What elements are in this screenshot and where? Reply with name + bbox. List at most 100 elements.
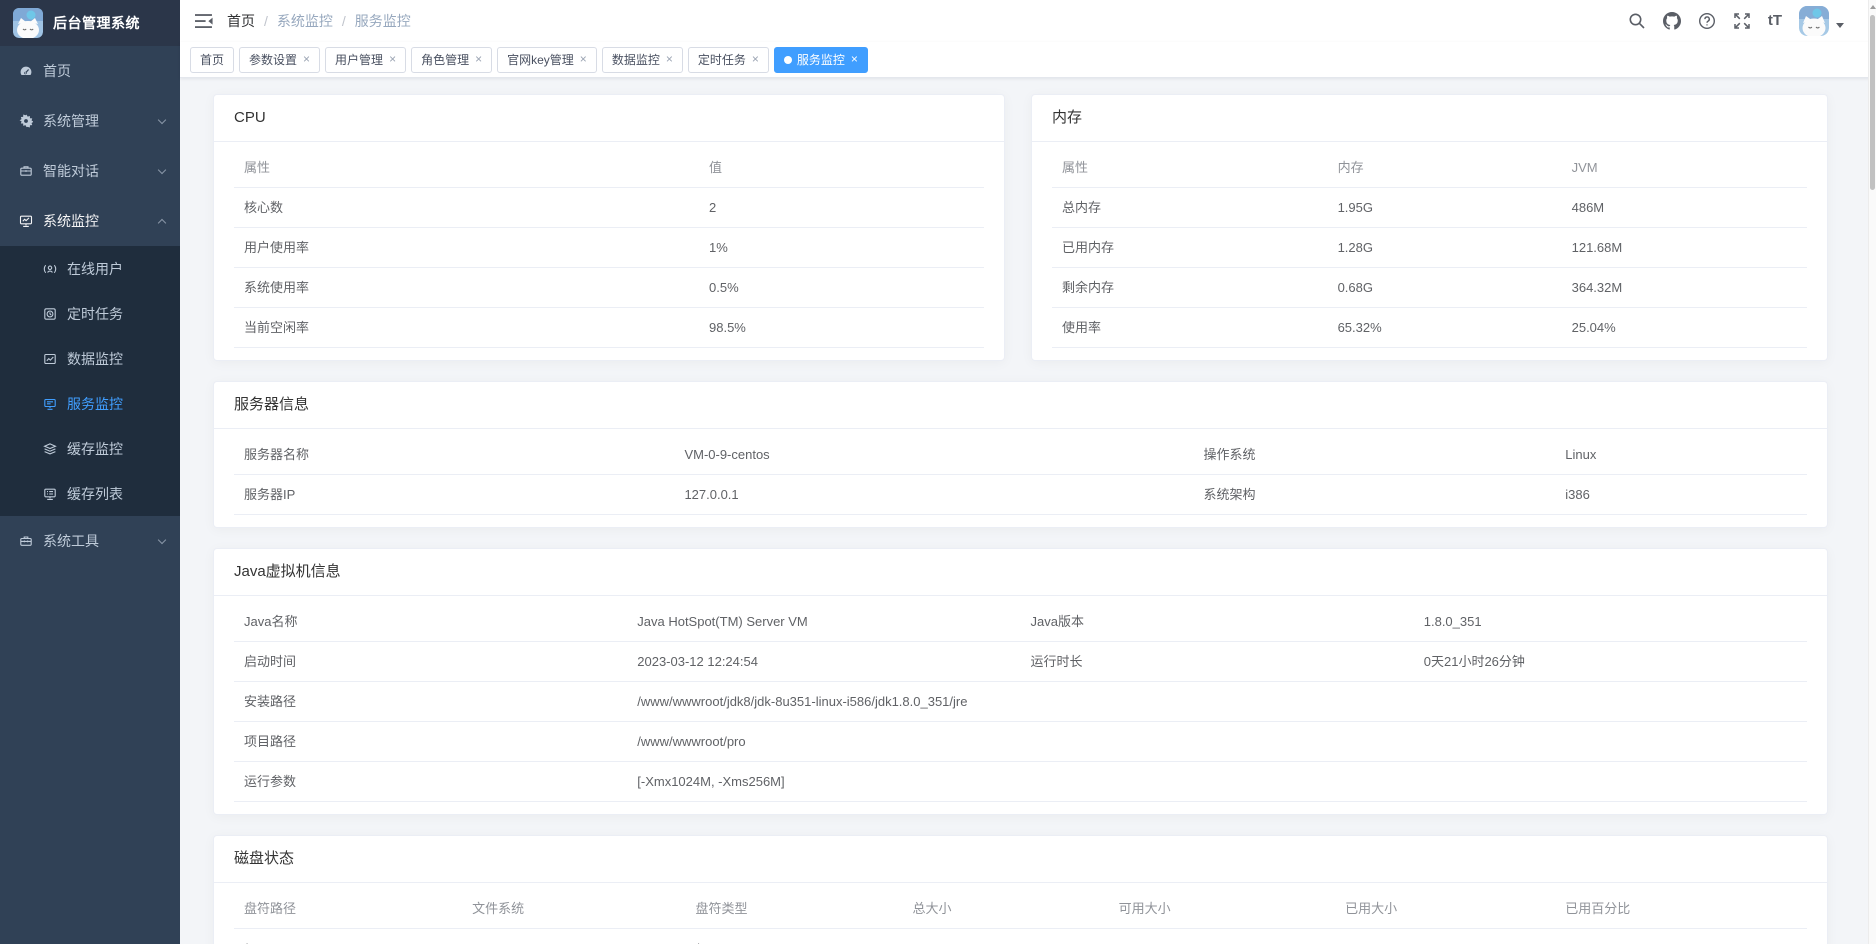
tab-close-icon[interactable]: × xyxy=(303,53,310,66)
tab-close-icon[interactable]: × xyxy=(666,53,673,66)
tab-close-icon[interactable]: × xyxy=(580,53,587,66)
disk-status-card: 磁盘状态 盘符路径 文件系统 盘符类型 总大小 xyxy=(213,835,1828,944)
layers-icon xyxy=(43,442,57,456)
system-monitor-submenu: 在线用户 定时任务 数据监控 xyxy=(0,246,180,516)
table-row: 安装路径 /www/wwwroot/jdk8/jdk-8u351-linux-i… xyxy=(234,682,1807,722)
chevron-down-icon xyxy=(158,535,166,543)
sidebar-item-label: 系统监控 xyxy=(43,211,99,231)
sidebar-item-system-management[interactable]: 系统管理 xyxy=(0,96,180,146)
logo[interactable]: 后台管理系统 xyxy=(0,0,180,46)
sidebar-item-cache-list[interactable]: 缓存列表 xyxy=(0,471,180,516)
github-icon[interactable] xyxy=(1663,12,1681,30)
sidebar-item-service-monitor[interactable]: 服务监控 xyxy=(0,381,180,426)
avatar[interactable] xyxy=(1799,6,1829,36)
sidebar-item-system-monitor[interactable]: 系统监控 xyxy=(0,196,180,246)
sidebar-item-home[interactable]: 首页 xyxy=(0,46,180,96)
tab-parameter-settings[interactable]: 参数设置 × xyxy=(239,47,320,73)
jvm-info-card: Java虚拟机信息 Java名称 Java HotSpot(TM) Server… xyxy=(213,548,1828,815)
breadcrumb-current: 服务监控 xyxy=(355,11,411,31)
sidebar-item-label: 定时任务 xyxy=(67,304,123,324)
sidebar-item-smart-chat[interactable]: 智能对话 xyxy=(0,146,180,196)
tab-website-key-management[interactable]: 官网key管理 × xyxy=(497,47,597,73)
card-title: 磁盘状态 xyxy=(214,836,1827,883)
server-monitor-icon xyxy=(43,397,57,411)
tab-close-icon[interactable]: × xyxy=(851,53,858,66)
column-header: 盘符路径 xyxy=(234,889,462,929)
tab-home[interactable]: 首页 xyxy=(190,47,234,73)
job-clock-icon xyxy=(43,307,57,321)
data-chart-icon xyxy=(43,352,57,366)
sidebar-item-scheduled-tasks[interactable]: 定时任务 xyxy=(0,291,180,336)
table-row: 当前空闲率 98.5% xyxy=(234,308,984,348)
column-header: 已用大小 xyxy=(1335,889,1555,929)
tab-scheduled-tasks[interactable]: 定时任务 × xyxy=(688,47,769,73)
table-row: 已用内存 1.28G 121.68M xyxy=(1052,228,1807,268)
sidebar-item-label: 数据监控 xyxy=(67,349,123,369)
column-header: 内存 xyxy=(1328,148,1562,188)
font-size-icon[interactable]: tT xyxy=(1768,12,1782,30)
app-root: 后台管理系统 首页 系统管理 xyxy=(0,0,1876,944)
app-title: 后台管理系统 xyxy=(53,13,140,33)
sidebar-item-data-monitor[interactable]: 数据监控 xyxy=(0,336,180,381)
table-row: 总内存 1.95G 486M xyxy=(1052,188,1807,228)
scrollbar-thumb[interactable] xyxy=(1870,15,1875,190)
table-row: 服务器IP 127.0.0.1 系统架构 i386 xyxy=(234,475,1807,515)
table-row: 系统使用率 0.5% xyxy=(234,268,984,308)
help-question-icon[interactable] xyxy=(1698,12,1716,30)
sidebar-item-system-tools[interactable]: 系统工具 xyxy=(0,516,180,566)
table-row: 项目路径 /www/wwwroot/pro xyxy=(234,722,1807,762)
table-row: 剩余内存 0.68G 364.32M xyxy=(1052,268,1807,308)
server-info-table: 服务器名称 VM-0-9-centos 操作系统 Linux 服务器IP 127… xyxy=(234,435,1807,515)
table-row: Java名称 Java HotSpot(TM) Server VM Java版本… xyxy=(234,602,1807,642)
column-header: 可用大小 xyxy=(1109,889,1336,929)
sidebar-menu: 首页 系统管理 智能对话 xyxy=(0,46,180,944)
page-scrollbar[interactable] xyxy=(1868,0,1876,944)
search-icon[interactable] xyxy=(1628,12,1646,30)
sidebar-item-online-users[interactable]: 在线用户 xyxy=(0,246,180,291)
breadcrumb-home[interactable]: 首页 xyxy=(227,11,255,31)
sidebar-item-label: 缓存监控 xyxy=(67,439,123,459)
tab-label: 官网key管理 xyxy=(507,51,574,68)
tab-data-monitor[interactable]: 数据监控 × xyxy=(602,47,683,73)
main-area: 首页 / 系统监控 / 服务监控 xyxy=(180,0,1876,944)
tab-label: 参数设置 xyxy=(249,51,297,68)
cpu-card: CPU 属性 值 核心 xyxy=(213,94,1005,361)
breadcrumb-separator: / xyxy=(342,13,346,29)
tab-close-icon[interactable]: × xyxy=(752,53,759,66)
memory-table: 属性 内存 JVM 总内存 1.95G 486M xyxy=(1052,148,1807,348)
column-header: 属性 xyxy=(1052,148,1328,188)
server-info-card: 服务器信息 服务器名称 VM-0-9-centos 操作系统 Linux xyxy=(213,381,1828,528)
disk-table: 盘符路径 文件系统 盘符类型 总大小 可用大小 已用大小 已用百分比 xyxy=(234,889,1807,944)
top-navbar: 首页 / 系统监控 / 服务监控 xyxy=(180,0,1876,42)
breadcrumb: 首页 / 系统监控 / 服务监控 xyxy=(227,11,411,31)
tab-label: 定时任务 xyxy=(698,51,746,68)
chevron-down-icon xyxy=(158,165,166,173)
chevron-down-icon xyxy=(158,115,166,123)
sidebar: 后台管理系统 首页 系统管理 xyxy=(0,0,180,944)
column-header: 文件系统 xyxy=(462,889,685,929)
column-header: 盘符类型 xyxy=(685,889,902,929)
column-header: JVM xyxy=(1562,148,1807,188)
breadcrumb-system-monitor[interactable]: 系统监控 xyxy=(277,11,333,31)
sidebar-item-label: 缓存列表 xyxy=(67,484,123,504)
sidebar-fold-icon[interactable] xyxy=(195,13,213,29)
user-menu[interactable] xyxy=(1799,6,1844,36)
tab-role-management[interactable]: 角色管理 × xyxy=(411,47,492,73)
sidebar-item-label: 智能对话 xyxy=(43,161,99,181)
cache-list-icon xyxy=(43,487,57,501)
table-row: 用户使用率 1% xyxy=(234,228,984,268)
sidebar-item-label: 系统管理 xyxy=(43,111,99,131)
memory-card: 内存 属性 内存 JVM xyxy=(1031,94,1828,361)
tab-close-icon[interactable]: × xyxy=(475,53,482,66)
fullscreen-icon[interactable] xyxy=(1733,12,1751,30)
active-dot xyxy=(784,56,792,64)
sidebar-item-cache-monitor[interactable]: 缓存监控 xyxy=(0,426,180,471)
navbar-actions: tT xyxy=(1628,6,1876,36)
tab-user-management[interactable]: 用户管理 × xyxy=(325,47,406,73)
tab-service-monitor[interactable]: 服务监控 × xyxy=(774,47,868,73)
tab-close-icon[interactable]: × xyxy=(389,53,396,66)
jvm-info-table: Java名称 Java HotSpot(TM) Server VM Java版本… xyxy=(234,602,1807,802)
breadcrumb-separator: / xyxy=(264,13,268,29)
sidebar-item-label: 首页 xyxy=(43,61,71,81)
scroll-up-arrow-icon[interactable] xyxy=(1870,5,1876,9)
